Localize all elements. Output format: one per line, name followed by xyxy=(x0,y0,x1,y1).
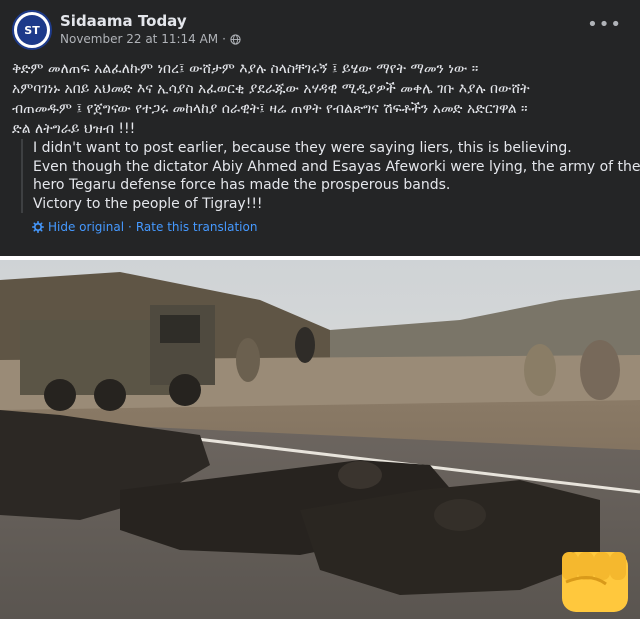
page-avatar[interactable]: ST xyxy=(12,10,52,50)
raised-fist-emoji xyxy=(562,552,628,612)
post-timestamp[interactable]: November 22 at 11:14 AM xyxy=(60,32,218,46)
post-meta: November 22 at 11:14 AM · xyxy=(60,32,241,46)
translation-line: Even though the dictator Abiy Ahmed and … xyxy=(33,158,640,175)
original-line: አምባገነኑ አበይ አህመድ እና ኢሳያስ አፈወርቂ ያደራጁው አሃዳዊ… xyxy=(12,81,530,97)
translation-line: I didn't want to post earlier, because t… xyxy=(33,140,572,156)
original-line: ቅድም መለጠፍ አልፈለኩም ነበረ፤ ውሸታም እያሉ ስላስቸገሩኝ ፤ … xyxy=(12,61,479,77)
author-name[interactable]: Sidaama Today xyxy=(60,12,187,30)
meta-separator: · xyxy=(222,32,226,46)
translation-line: Victory to the people of Tigray!!! xyxy=(33,195,263,212)
link-separator: · xyxy=(128,220,132,234)
military-truck xyxy=(20,305,215,411)
translation-links: Hide original · Rate this translation xyxy=(32,220,257,234)
globe-icon[interactable] xyxy=(230,33,241,45)
original-line: ድል ለትግራይ ህዝብ !!! xyxy=(12,121,136,137)
translated-text: I didn't want to post earlier, because t… xyxy=(21,139,640,213)
hide-original-link[interactable]: Hide original xyxy=(48,220,124,234)
post-photo[interactable] xyxy=(0,260,640,619)
original-line: ብጠመዱም ፤ የጀግናው የተጋሩ መከላከያ ሰራዊት፤ ዛሬ ጠዋት የብ… xyxy=(12,101,528,117)
translation-line: hero Tegaru defense force has made the p… xyxy=(33,177,451,193)
more-options-button[interactable]: ••• xyxy=(587,14,622,35)
rate-translation-link[interactable]: Rate this translation xyxy=(136,220,258,234)
original-text: ቅድም መለጠፍ አልፈለኩም ነበረ፤ ውሸታም እያሉ ስላስቸገሩኝ ፤ … xyxy=(12,59,622,139)
avatar-logo: ST xyxy=(17,15,47,45)
gear-icon[interactable] xyxy=(32,221,44,233)
facebook-post: ST Sidaama Today November 22 at 11:14 AM… xyxy=(0,0,640,256)
